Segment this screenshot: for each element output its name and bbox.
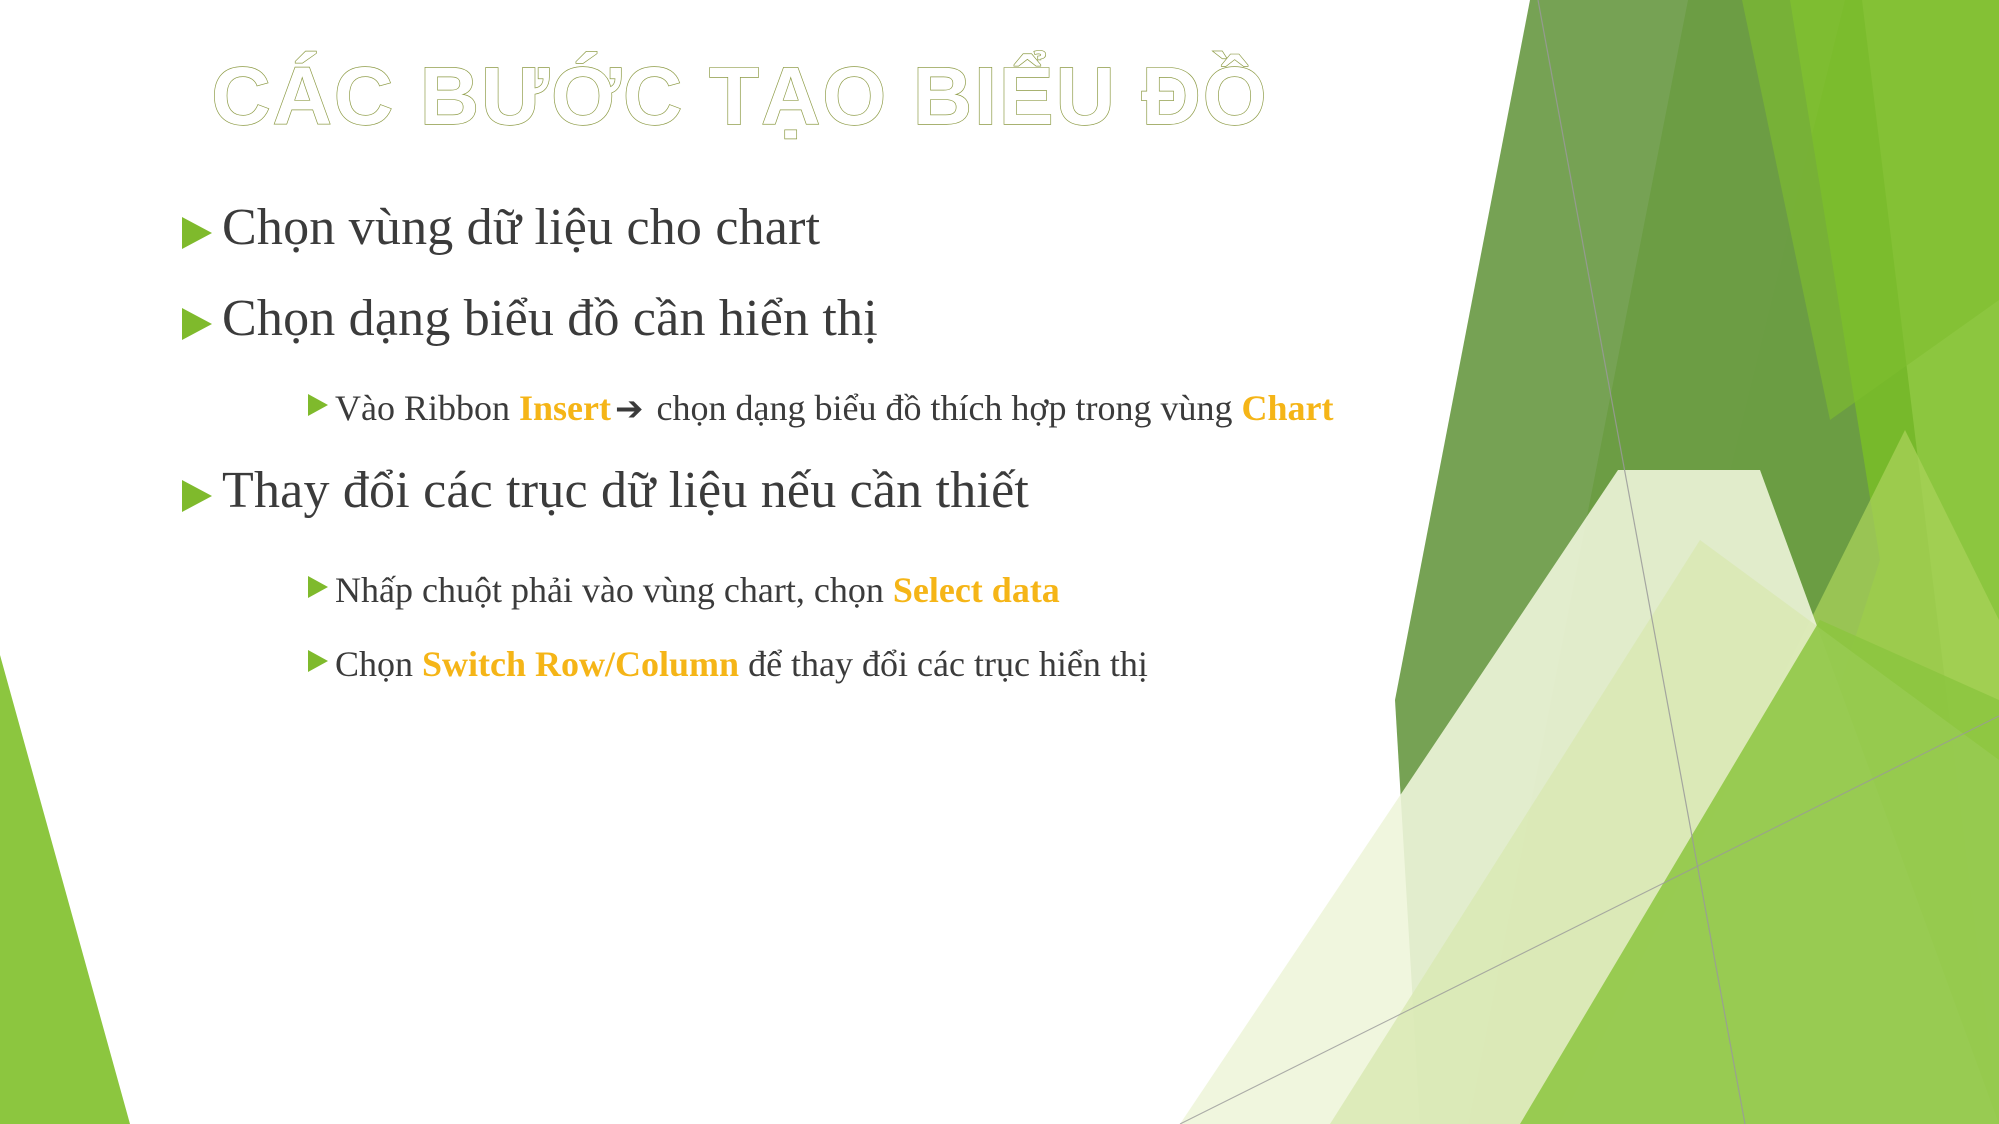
sub-bullet-item-3-2: Chọn Switch Row/Column để thay đổi các t… [180, 635, 1490, 693]
bullet-2-text: Chọn dạng biểu đồ cần hiển thị [222, 290, 878, 348]
deco-mid-green-band [1468, 0, 1999, 1124]
deco-pale-green-band [1560, 430, 1999, 1124]
deco-green-overlay-4 [1742, 0, 1999, 420]
deco-thin-line-1 [1537, 0, 1746, 1124]
bullet-1-text: Chọn vùng dữ liệu cho chart [222, 199, 821, 256]
sub-bullet-3-1-text: Nhấp chuột phải vào vùng chart, chọn Sel… [335, 561, 1060, 619]
sub-bullet-item-3-1: Nhấp chuột phải vào vùng chart, chọn Sel… [180, 561, 1490, 619]
sub-bullet-2-1-suffix: chọn dạng biểu đồ thích hợp trong vùng [647, 387, 1242, 428]
sub-bullet-3-1-prefix: Nhấp chuột phải vào vùng chart, chọn [335, 569, 893, 610]
keyword-chart: Chart [1241, 387, 1334, 428]
deco-left-green-wedge-body [0, 655, 130, 1124]
triangle-bullet-icon [306, 648, 330, 674]
keyword-insert: Insert [519, 387, 611, 428]
deco-green-overlay-3 [1520, 620, 1999, 1124]
deco-left-green-wedge [0, 660, 72, 1124]
triangle-bullet-icon [306, 392, 330, 418]
bullet-item-1: Chọn vùng dữ liệu cho chart [180, 196, 1490, 259]
slide-canvas: CÁC BƯỚC TẠO BIỂU ĐỒ Chọn vùng dữ liệu c… [0, 0, 1999, 1124]
triangle-bullet-icon [306, 574, 330, 600]
sub-bullet-2-1-text: Vào Ribbon Insert ➔ chọn dạng biểu đồ thí… [335, 379, 1333, 437]
bullet-3-text: Thay đổi các trục dữ liệu nếu cần thiết [222, 462, 1029, 520]
deco-right-bright-band [1570, 0, 1999, 1124]
sub-bullet-2-1-prefix: Vào Ribbon [335, 387, 519, 428]
sub-bullet-group-3: Nhấp chuột phải vào vùng chart, chọn Sel… [180, 551, 1490, 694]
keyword-switch-row-column: Switch Row/Column [422, 643, 740, 684]
arrow-icon: ➔ [615, 388, 644, 429]
triangle-bullet-icon [180, 478, 214, 514]
sub-bullet-3-2-prefix: Chọn [335, 643, 423, 684]
sub-bullet-item-2-1: Vào Ribbon Insert ➔ chọn dạng biểu đồ thí… [180, 379, 1490, 437]
page-title: CÁC BƯỚC TẠO BIỂU ĐỒ [211, 51, 1268, 142]
triangle-bullet-icon [180, 215, 214, 251]
keyword-select-data: Select data [892, 569, 1060, 610]
sub-bullet-3-2-suffix: để thay đổi các trục hiển thị [739, 643, 1148, 684]
sub-bullet-group-2: Vào Ribbon Insert ➔ chọn dạng biểu đồ thí… [180, 379, 1490, 437]
bullet-item-2: Chọn dạng biểu đồ cần hiển thị [180, 287, 1490, 350]
bullet-item-3: Thay đổi các trục dữ liệu nếu cần thiết [180, 459, 1490, 522]
slide-title-container: CÁC BƯỚC TẠO BIỂU ĐỒ [0, 36, 1480, 156]
slide-body: Chọn vùng dữ liệu cho chart Chọn dạng bi… [180, 196, 1490, 715]
sub-bullet-3-2-text: Chọn Switch Row/Column để thay đổi các t… [335, 635, 1148, 693]
deco-thin-line-2 [1179, 715, 1999, 1124]
slide-title-svg: CÁC BƯỚC TẠO BIỂU ĐỒ [211, 50, 1268, 142]
triangle-bullet-icon [180, 306, 214, 342]
